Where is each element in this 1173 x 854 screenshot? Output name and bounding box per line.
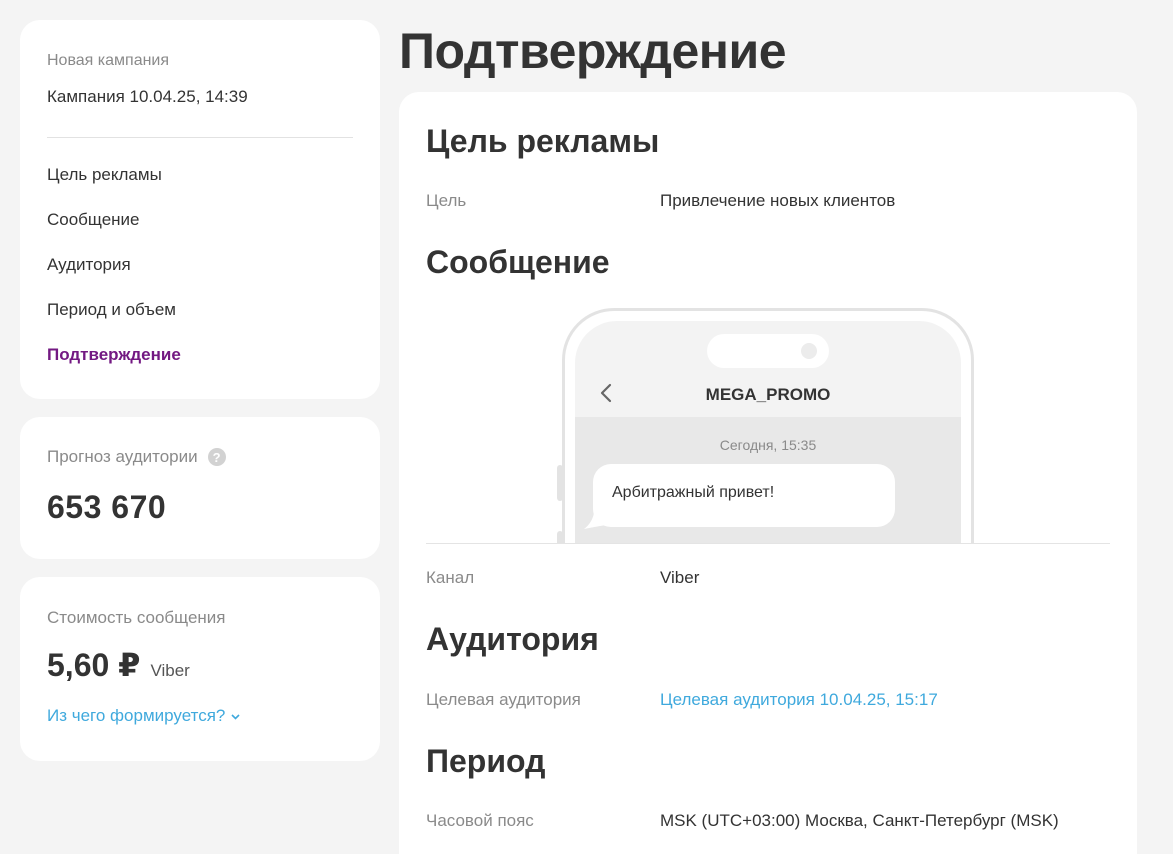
campaign-label: Новая кампания (47, 52, 170, 69)
price-row: 5,60 ₽ Viber (47, 646, 353, 684)
step-list: Цель рекламы Сообщение Аудитория Период … (47, 160, 353, 385)
divider (47, 137, 353, 138)
audience-link[interactable]: Целевая аудитория 10.04.25, 15:17 (660, 690, 938, 710)
message-preview: MEGA_PROMO Сегодня, 15:35 Арбитражный пр… (426, 304, 1110, 544)
channel-label: Канал (426, 568, 475, 587)
campaign-steps-card: Новая кампания Кампания 10.04.25, 14:39 … (20, 20, 380, 399)
forecast-value: 653 670 (47, 489, 167, 525)
step-audience[interactable]: Аудитория (47, 250, 353, 295)
period-section-title: Период (426, 743, 546, 779)
chevron-down-icon (231, 709, 240, 723)
audience-label: Целевая аудитория (426, 690, 581, 709)
goal-section-title: Цель рекламы (426, 123, 660, 159)
campaign-name: Кампания 10.04.25, 14:39 (47, 87, 248, 106)
forecast-label: Прогноз аудитории (47, 447, 198, 466)
goal-value: Привлечение новых клиентов (660, 191, 896, 210)
timezone-label: Часовой пояс (426, 811, 534, 830)
goal-label: Цель (426, 191, 467, 210)
step-message[interactable]: Сообщение (47, 205, 353, 250)
phone-mockup: MEGA_PROMO Сегодня, 15:35 Арбитражный пр… (557, 308, 974, 543)
phone-screen: MEGA_PROMO Сегодня, 15:35 Арбитражный пр… (575, 321, 961, 543)
chat-header: MEGA_PROMO (575, 371, 961, 417)
phone-side-button (557, 531, 563, 543)
confirmation-summary-card: Цель рекламы Цель Привлечение новых клие… (399, 92, 1137, 854)
cost-breakdown-link[interactable]: Из чего формируется? (47, 706, 353, 726)
price-channel: Viber (150, 661, 190, 680)
phone-side-button (557, 465, 563, 501)
step-period[interactable]: Период и объем (47, 295, 353, 340)
message-price: 5,60 ₽ (47, 647, 141, 683)
chat-body: Сегодня, 15:35 Арбитражный привет! (575, 417, 961, 543)
forecast-label-row: Прогноз аудитории ? (47, 447, 353, 467)
message-section-title: Сообщение (426, 244, 610, 280)
message-bubble: Арбитражный привет! (593, 464, 895, 527)
sender-name: MEGA_PROMO (705, 385, 831, 404)
page-title: Подтверждение (399, 23, 787, 79)
message-cost-card: Стоимость сообщения 5,60 ₽ Viber Из чего… (20, 577, 380, 761)
timezone-value: MSK (UTC+03:00) Москва, Санкт-Петербург … (660, 811, 1059, 830)
audience-section-title: Аудитория (426, 621, 599, 657)
step-goal[interactable]: Цель рекламы (47, 160, 353, 205)
audience-forecast-card: Прогноз аудитории ? 653 670 (20, 417, 380, 559)
question-circle-icon[interactable]: ? (207, 448, 226, 466)
message-time: Сегодня, 15:35 (719, 437, 817, 453)
phone-notch (707, 334, 829, 368)
cost-label: Стоимость сообщения (47, 608, 226, 627)
step-confirmation[interactable]: Подтверждение (47, 340, 353, 385)
channel-value: Viber (660, 568, 700, 587)
camera-dot (801, 343, 817, 359)
cost-breakdown-label: Из чего формируется? (47, 706, 226, 725)
